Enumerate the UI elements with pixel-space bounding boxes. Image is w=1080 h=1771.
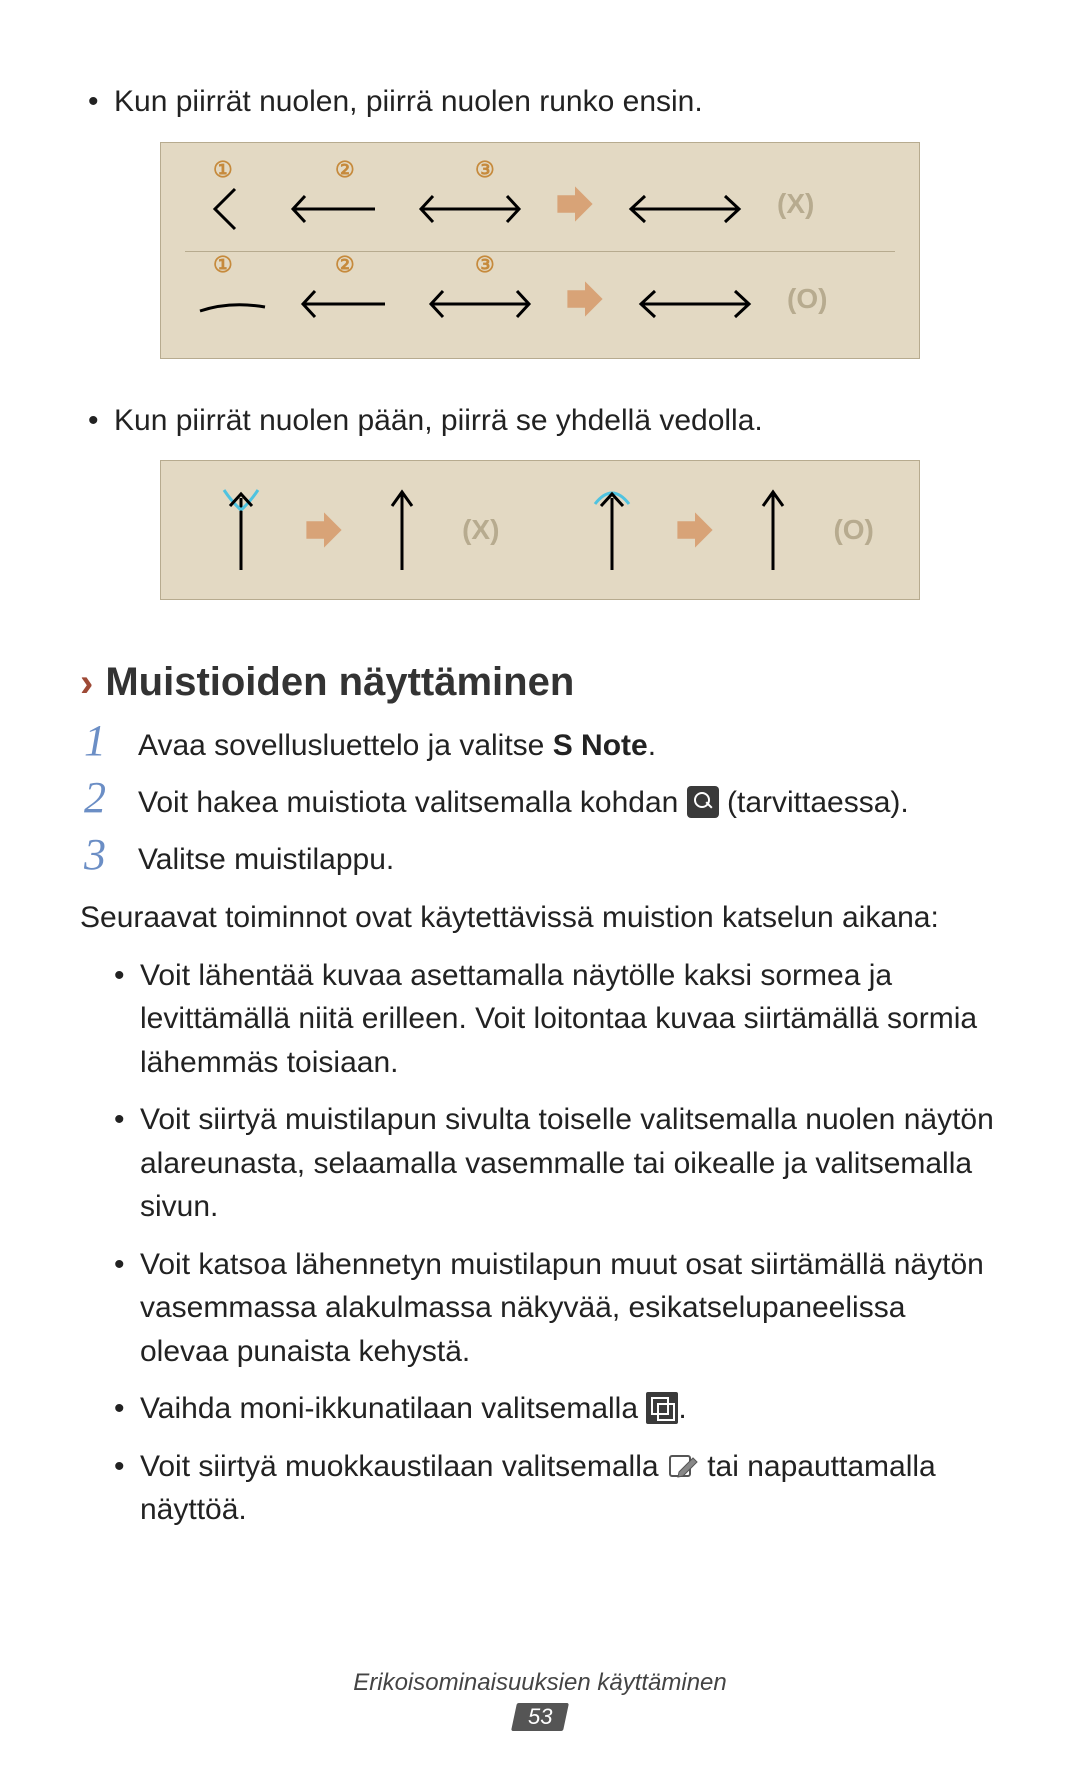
bullet-multiwindow: Vaihda moni-ikkunatilaan valitsemalla . xyxy=(80,1387,1000,1431)
step-text-bold: S Note xyxy=(553,729,648,762)
arrow-up-two-strokes-icon xyxy=(206,480,276,580)
step-text-post: . xyxy=(648,729,656,762)
result-double-arrow-icon xyxy=(615,174,755,234)
page-number-badge: 53 xyxy=(511,1703,569,1731)
step-2: 2 Voit hakea muistiota valitsemalla kohd… xyxy=(80,774,1000,825)
diagram-row-wrong: ① ② ③ (X) xyxy=(185,159,895,249)
section-heading: › Muistioiden näyttäminen xyxy=(80,660,1000,705)
result-double-arrow-icon xyxy=(625,269,765,329)
result-arrow-icon xyxy=(673,508,717,552)
step-number-2: ② xyxy=(335,157,355,183)
diagram-arrow-body-order: ① ② ③ (X) ① ② ③ (O) xyxy=(160,142,920,359)
stroke-line-icon xyxy=(185,269,275,329)
result-arrow-icon xyxy=(553,182,597,226)
result-label-o: (O) xyxy=(787,283,827,315)
result-label-o: (O) xyxy=(833,514,873,546)
step-number-3: ③ xyxy=(475,252,495,278)
footer-section-title: Erikoisominaisuuksien käyttäminen xyxy=(0,1669,1080,1697)
arrow-up-result-icon xyxy=(743,480,803,580)
result-label-x: (X) xyxy=(777,188,814,220)
step-text: Valitse muistilappu. xyxy=(138,831,1000,882)
step-number: 2 xyxy=(84,774,120,822)
bullet-page-nav: Voit siirtyä muistilapun sivulta toisell… xyxy=(80,1098,1000,1229)
stroke-arrowhead-only-icon xyxy=(185,174,265,234)
stroke-double-arrow-icon xyxy=(415,269,545,329)
step-text: Avaa sovellusluettelo ja valitse S Note. xyxy=(138,717,1000,768)
step-number-1: ① xyxy=(213,157,233,183)
search-icon xyxy=(687,786,719,818)
diagram-arrowhead-stroke: (X) (O) xyxy=(160,460,920,600)
edit-pencil-icon xyxy=(667,1450,699,1482)
step-number-2: ② xyxy=(335,252,355,278)
page-footer: Erikoisominaisuuksien käyttäminen 53 xyxy=(0,1669,1080,1731)
step-number-3: ③ xyxy=(475,157,495,183)
stroke-double-arrow-icon xyxy=(405,174,535,234)
arrow-up-one-stroke-icon xyxy=(577,480,647,580)
bullet-arrowhead-one-stroke: Kun piirrät nuolen pään, piirrä se yhdel… xyxy=(80,399,1000,443)
section-heading-text: Muistioiden näyttäminen xyxy=(105,660,574,705)
result-label-x: (X) xyxy=(462,514,499,546)
bullet-text-pre: Voit siirtyä muokkaustilaan valitsemalla xyxy=(140,1450,667,1483)
step-1: 1 Avaa sovellusluettelo ja valitse S Not… xyxy=(80,717,1000,768)
step-text-pre: Voit hakea muistiota valitsemalla kohdan xyxy=(138,786,687,819)
step-number: 1 xyxy=(84,717,120,765)
bullet-text-post: . xyxy=(678,1392,686,1425)
step-3: 3 Valitse muistilappu. xyxy=(80,831,1000,882)
result-arrow-icon xyxy=(302,508,346,552)
step-number: 3 xyxy=(84,831,120,879)
step-text-post: (tarvittaessa). xyxy=(719,786,909,819)
result-arrow-icon xyxy=(563,277,607,321)
diagram-divider xyxy=(185,251,895,252)
diagram-row-correct: ① ② ③ (O) xyxy=(185,254,895,344)
intro-paragraph: Seuraavat toiminnot ovat käytettävissä m… xyxy=(80,896,1000,940)
multiwindow-icon xyxy=(646,1392,678,1424)
bullet-preview-frame: Voit katsoa lähennetyn muistilapun muut … xyxy=(80,1243,1000,1374)
step-number-1: ① xyxy=(213,252,233,278)
bullet-edit-mode: Voit siirtyä muokkaustilaan valitsemalla… xyxy=(80,1445,1000,1532)
page-number: 53 xyxy=(528,1704,552,1730)
step-text: Voit hakea muistiota valitsemalla kohdan… xyxy=(138,774,1000,825)
stroke-arrow-left-icon xyxy=(275,174,395,234)
chevron-right-icon: › xyxy=(80,663,93,703)
arrow-up-result-icon xyxy=(372,480,432,580)
step-text-pre: Avaa sovellusluettelo ja valitse xyxy=(138,729,553,762)
bullet-arrow-body-first: Kun piirrät nuolen, piirrä nuolen runko … xyxy=(80,80,1000,124)
stroke-arrow-left-icon xyxy=(285,269,405,329)
bullet-text-pre: Vaihda moni-ikkunatilaan valitsemalla xyxy=(140,1392,646,1425)
bullet-zoom: Voit lähentää kuvaa asettamalla näytölle… xyxy=(80,954,1000,1085)
